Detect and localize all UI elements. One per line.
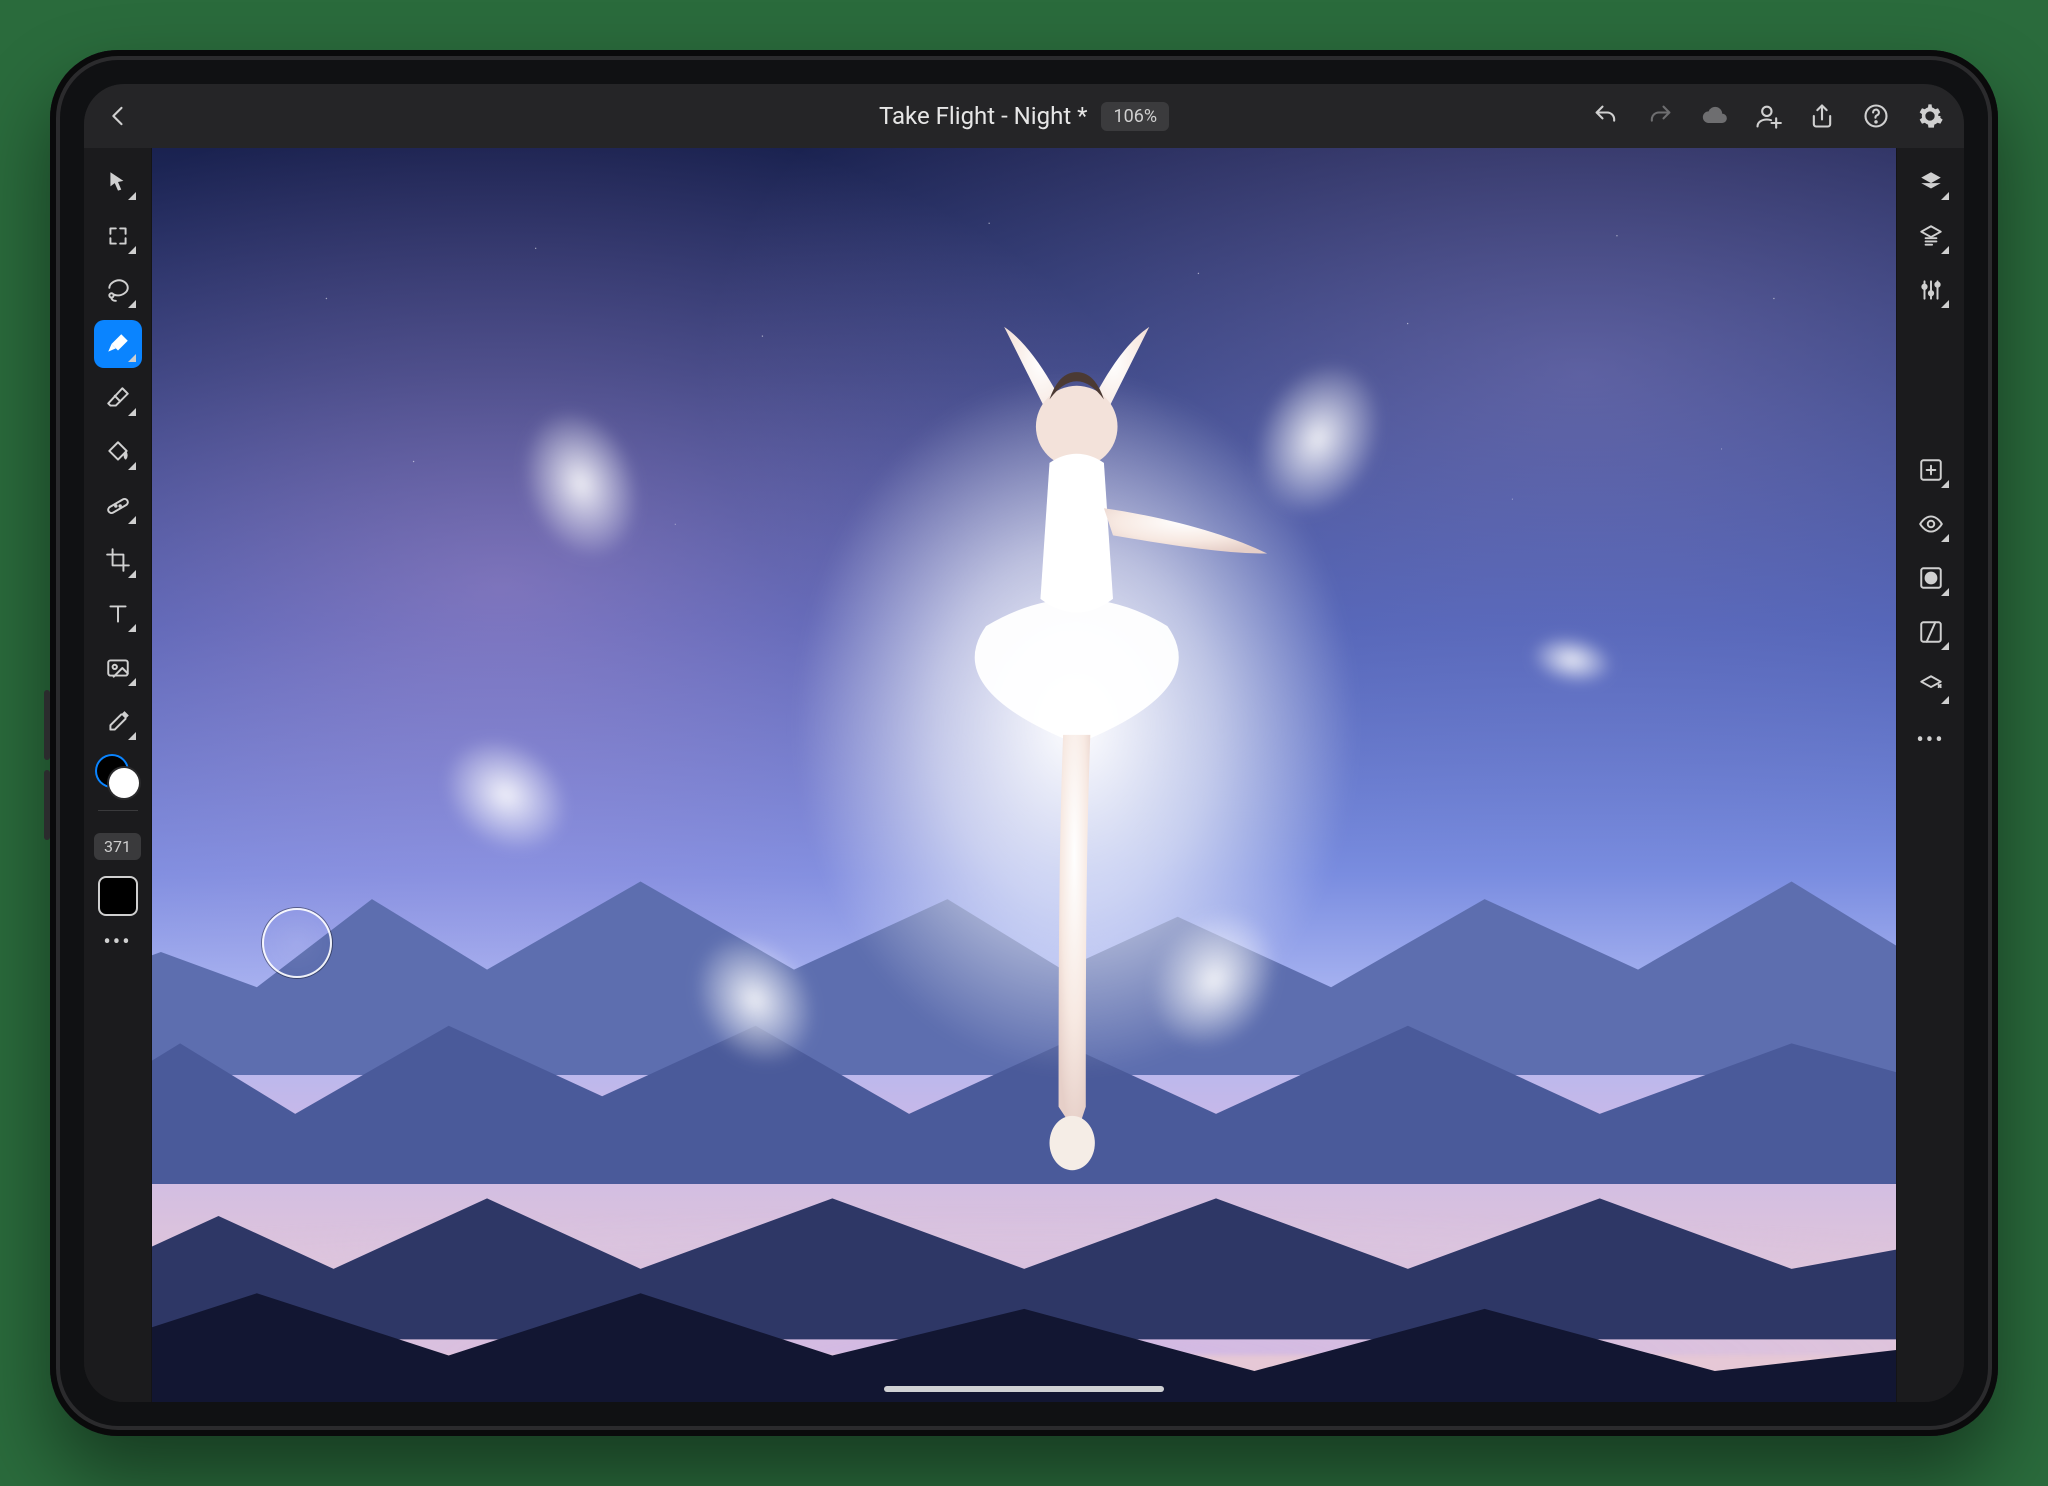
- home-indicator[interactable]: [884, 1386, 1164, 1392]
- color-wells[interactable]: [97, 756, 139, 798]
- adjustments-panel[interactable]: [1907, 266, 1955, 314]
- place-image-tool[interactable]: [94, 644, 142, 692]
- tablet-device-frame: Take Flight - Night * 106%: [50, 50, 1998, 1436]
- add-layer[interactable]: [1907, 446, 1955, 494]
- visibility-toggle[interactable]: [1907, 500, 1955, 548]
- heal-tool[interactable]: [94, 482, 142, 530]
- redo-button[interactable]: [1644, 100, 1676, 132]
- brush-tool[interactable]: [94, 320, 142, 368]
- separator: [98, 810, 138, 811]
- clip-layer[interactable]: [1907, 608, 1955, 656]
- background-color-swatch[interactable]: [109, 768, 139, 798]
- app-screen: Take Flight - Night * 106%: [84, 84, 1964, 1402]
- type-tool[interactable]: [94, 590, 142, 638]
- device-button: [44, 690, 50, 760]
- layers-panel[interactable]: [1907, 158, 1955, 206]
- share-button[interactable]: [1806, 100, 1838, 132]
- brush-cursor-indicator: [262, 908, 332, 978]
- help-button[interactable]: [1860, 100, 1892, 132]
- more-actions-button[interactable]: •••: [1916, 728, 1944, 753]
- transform-tool[interactable]: [94, 212, 142, 260]
- mask-toggle[interactable]: [1907, 554, 1955, 602]
- crop-tool[interactable]: [94, 536, 142, 584]
- right-toolbar: •••: [1896, 148, 1964, 1402]
- back-button[interactable]: [102, 100, 134, 132]
- undo-button[interactable]: [1590, 100, 1622, 132]
- fill-tool[interactable]: [94, 428, 142, 476]
- document-canvas[interactable]: [152, 148, 1896, 1402]
- left-toolbar: 371 •••: [84, 148, 152, 1402]
- top-toolbar: Take Flight - Night * 106%: [84, 84, 1964, 148]
- layer-properties-panel[interactable]: [1907, 212, 1955, 260]
- clear-layer[interactable]: [1907, 662, 1955, 710]
- lasso-tool[interactable]: [94, 266, 142, 314]
- move-tool[interactable]: [94, 158, 142, 206]
- artwork-dancer: [850, 248, 1303, 1276]
- settings-button[interactable]: [1914, 100, 1946, 132]
- more-tools-button[interactable]: •••: [103, 930, 131, 955]
- document-title[interactable]: Take Flight - Night *: [879, 102, 1087, 130]
- zoom-level-chip[interactable]: 106%: [1101, 102, 1169, 131]
- brush-color-swatch[interactable]: [98, 876, 138, 916]
- eyedropper-tool[interactable]: [94, 698, 142, 746]
- eraser-tool[interactable]: [94, 374, 142, 422]
- invite-button[interactable]: [1752, 100, 1784, 132]
- device-button: [44, 770, 50, 840]
- cloud-sync-icon[interactable]: [1698, 100, 1730, 132]
- brush-size-chip[interactable]: 371: [94, 833, 141, 860]
